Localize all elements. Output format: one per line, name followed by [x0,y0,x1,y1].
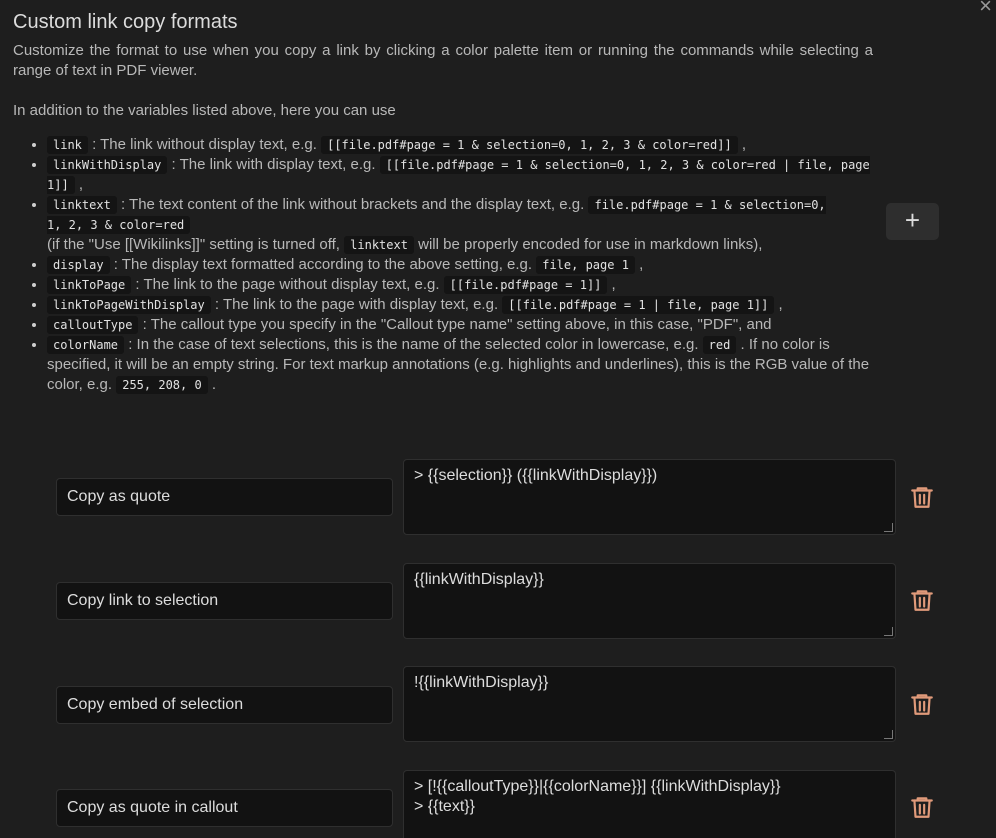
variable-example: red [702,336,737,354]
format-template-input[interactable]: > {{selection}} ({{linkWithDisplay}}) [403,459,896,535]
format-name-input[interactable]: Copy as quote [56,478,393,516]
variable-item-linktext: linktext : The text content of the link … [47,195,833,255]
additional-text: In addition to the variables listed abov… [13,102,396,119]
variable-item-colorname: colorName : In the case of text selectio… [47,335,873,395]
format-template-input[interactable]: !{{linkWithDisplay}} [403,666,896,742]
variable-item-display: display : The display text formatted acc… [47,255,873,275]
variable-item-linktopagewithdisplay: linkToPageWithDisplay : The link to the … [47,295,873,315]
variable-example: [[file.pdf#page = 1 | file, page 1]] [502,296,775,314]
variable-name: colorName [47,336,125,354]
variable-item-callouttype: calloutType : The callout type you speci… [47,315,873,335]
settings-panel: × Custom link copy formats Customize the… [0,0,996,838]
trash-icon[interactable] [909,587,935,613]
variable-item-linkwithdisplay: linkWithDisplay : The link with display … [47,155,873,195]
variable-list: link : The link without display text, e.… [13,135,873,395]
variable-example: [[file.pdf#page = 1]] [443,276,608,294]
trash-icon[interactable] [909,691,935,717]
format-template-input[interactable]: {{linkWithDisplay}} [403,563,896,639]
variable-name: calloutType [47,316,139,334]
add-format-button[interactable]: + [886,203,939,240]
section-description: Customize the format to use when you cop… [13,41,873,395]
resize-handle[interactable] [884,627,893,636]
variable-name: linkWithDisplay [47,156,168,174]
trash-icon[interactable] [909,484,935,510]
variable-example: 255, 208, 0 [116,376,208,394]
resize-handle[interactable] [884,730,893,739]
close-icon[interactable]: × [979,0,992,17]
resize-handle[interactable] [884,523,893,532]
description-text: Customize the format to use when you cop… [13,42,873,79]
variable-name: link [47,136,88,154]
format-name-input[interactable]: Copy link to selection [56,582,393,620]
variable-name: display [47,256,110,274]
format-name-input[interactable]: Copy embed of selection [56,686,393,724]
section-title: Custom link copy formats [13,11,238,33]
variable-name: linkToPage [47,276,132,294]
variable-item-linktopage: linkToPage : The link to the page withou… [47,275,873,295]
trash-icon[interactable] [909,794,935,820]
variable-name: linktext [47,196,117,214]
variable-example: [[file.pdf#page = 1 & selection=0, 1, 2,… [321,136,738,154]
format-template-input[interactable]: > [!{{calloutType}}|{{colorName}}] {{lin… [403,770,896,838]
variable-example: linktext [344,236,414,254]
format-name-input[interactable]: Copy as quote in callout [56,789,393,827]
variable-example: file, page 1 [536,256,635,274]
variable-item-link: link : The link without display text, e.… [47,135,873,155]
variable-name: linkToPageWithDisplay [47,296,211,314]
